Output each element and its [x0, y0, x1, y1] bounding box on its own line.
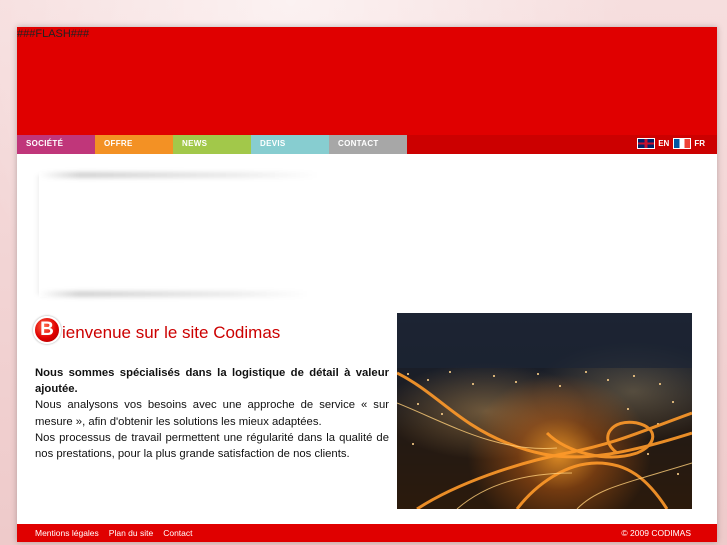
b-badge-icon: B: [33, 316, 61, 344]
footer-link-plan[interactable]: Plan du site: [109, 528, 153, 538]
footer-link-contact[interactable]: Contact: [163, 528, 192, 538]
nav-item-devis[interactable]: DEVIS: [251, 135, 329, 154]
main-nav: SOCIÉTÉ OFFRE NEWS DEVIS CONTACT: [17, 135, 717, 154]
copyright-text: © 2009 CODIMAS: [621, 528, 691, 538]
footer-bar: Mentions légales Plan du site Contact © …: [17, 524, 717, 542]
intro-paragraph-2: Nos processus de travail permettent une …: [35, 431, 389, 461]
nav-item-news[interactable]: NEWS: [173, 135, 251, 154]
nav-item-offre[interactable]: OFFRE: [95, 135, 173, 154]
intro-text: Nous sommes spécialisés dans la logistiq…: [35, 365, 389, 462]
france-flag-icon: [673, 138, 692, 149]
intro-lead: Nous sommes spécialisés dans la logistiq…: [35, 367, 389, 396]
intro-paragraph-1: Nous analysons vos besoins avec une appr…: [35, 399, 389, 428]
flash-placeholder: ###FLASH###: [17, 28, 90, 40]
city-night-photo: [397, 313, 692, 509]
language-en[interactable]: EN: [637, 138, 669, 149]
language-code-en: EN: [658, 139, 670, 148]
city-night-illustration: [397, 313, 692, 509]
page-container: ###FLASH### SOCIÉTÉ OFFRE NEWS DEVIS CON…: [17, 27, 717, 542]
page-title: ienvenue sur le site Codimas: [62, 323, 281, 342]
footer-link-mentions[interactable]: Mentions légales: [35, 528, 99, 538]
banner-area: [39, 172, 319, 297]
nav-item-societe[interactable]: SOCIÉTÉ: [17, 135, 95, 154]
language-fr[interactable]: FR: [673, 138, 705, 149]
welcome-heading: B ienvenue sur le site Codimas: [33, 316, 280, 344]
footer-links: Mentions légales Plan du site Contact: [35, 528, 203, 538]
nav-item-contact[interactable]: CONTACT: [329, 135, 407, 154]
uk-flag-icon: [637, 138, 656, 149]
language-switcher: EN FR: [633, 138, 705, 149]
language-code-fr: FR: [694, 139, 705, 148]
flash-header: ###FLASH###: [17, 27, 717, 135]
